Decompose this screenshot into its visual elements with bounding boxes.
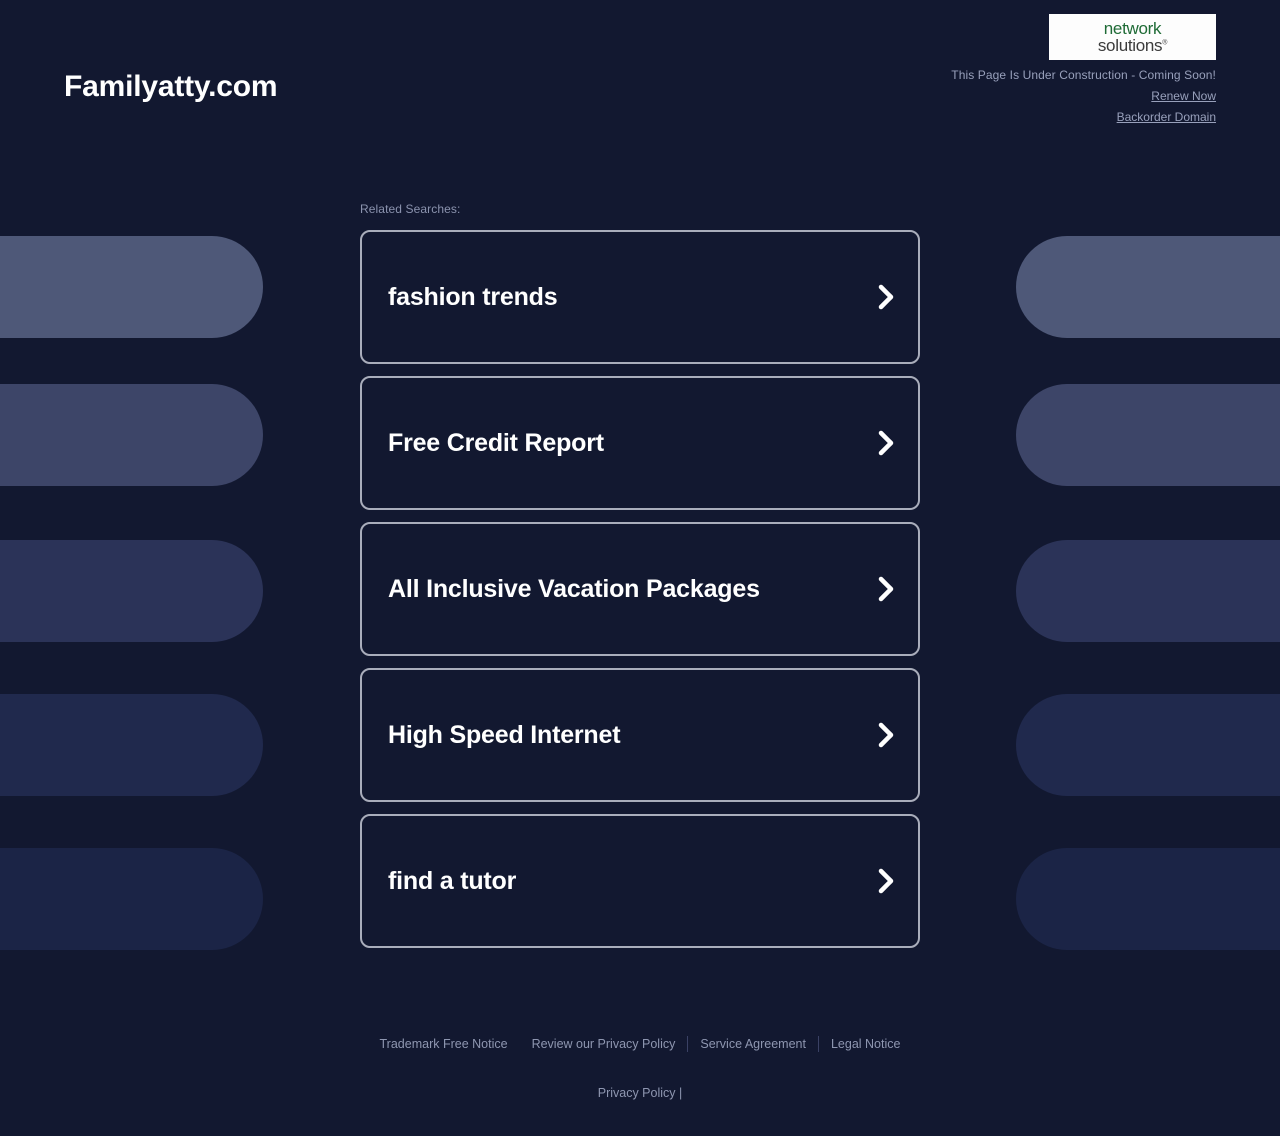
footer-privacy-policy-link[interactable]: Privacy Policy: [598, 1086, 676, 1100]
footer-links: Trademark Free Notice Review our Privacy…: [0, 1036, 1280, 1052]
search-card[interactable]: All Inclusive Vacation Packages: [360, 522, 920, 656]
logo-text-solutions-word: solutions: [1097, 36, 1163, 55]
chevron-right-icon: [876, 282, 896, 312]
related-searches-label: Related Searches:: [360, 202, 461, 216]
logo-text-solutions: solutions®: [1097, 36, 1168, 55]
logo-text-network: network: [1103, 19, 1162, 38]
search-card-label: find a tutor: [388, 866, 517, 895]
parked-domain-page: Familyatty.com network solutions® This P…: [0, 0, 1280, 1136]
header-right-panel: network solutions® This Page Is Under Co…: [951, 14, 1216, 124]
footer-bottom-bar: Privacy Policy |: [0, 1086, 1280, 1100]
page-header: Familyatty.com network solutions® This P…: [0, 0, 1280, 150]
search-card-label: All Inclusive Vacation Packages: [388, 574, 760, 603]
search-card-label: High Speed Internet: [388, 720, 621, 749]
related-searches-section: Related Searches: fashion trends Free Cr…: [360, 150, 920, 948]
construction-notice: This Page Is Under Construction - Coming…: [951, 68, 1216, 82]
backorder-domain-link[interactable]: Backorder Domain: [951, 110, 1216, 124]
footer-bottom-separator: |: [679, 1086, 683, 1100]
chevron-right-icon: [876, 574, 896, 604]
network-solutions-logo: network solutions®: [1049, 14, 1216, 60]
page-title: Familyatty.com: [64, 70, 278, 103]
search-card-label: Free Credit Report: [388, 428, 604, 457]
renew-now-link[interactable]: Renew Now: [951, 89, 1216, 103]
chevron-right-icon: [876, 720, 896, 750]
footer-link-legal-notice[interactable]: Legal Notice: [819, 1037, 913, 1051]
registered-trademark-icon: ®: [1162, 39, 1168, 47]
chevron-right-icon: [876, 428, 896, 458]
chevron-right-icon: [876, 866, 896, 896]
search-card[interactable]: Free Credit Report: [360, 376, 920, 510]
search-card-label: fashion trends: [388, 282, 558, 311]
search-card[interactable]: High Speed Internet: [360, 668, 920, 802]
page-footer: Trademark Free Notice Review our Privacy…: [0, 1036, 1280, 1100]
search-card[interactable]: fashion trends: [360, 230, 920, 364]
footer-link-service-agreement[interactable]: Service Agreement: [688, 1037, 818, 1051]
footer-link-review-our-privacy-policy[interactable]: Review our Privacy Policy: [520, 1037, 688, 1051]
footer-link-trademark-free-notice[interactable]: Trademark Free Notice: [368, 1037, 520, 1051]
search-card[interactable]: find a tutor: [360, 814, 920, 948]
